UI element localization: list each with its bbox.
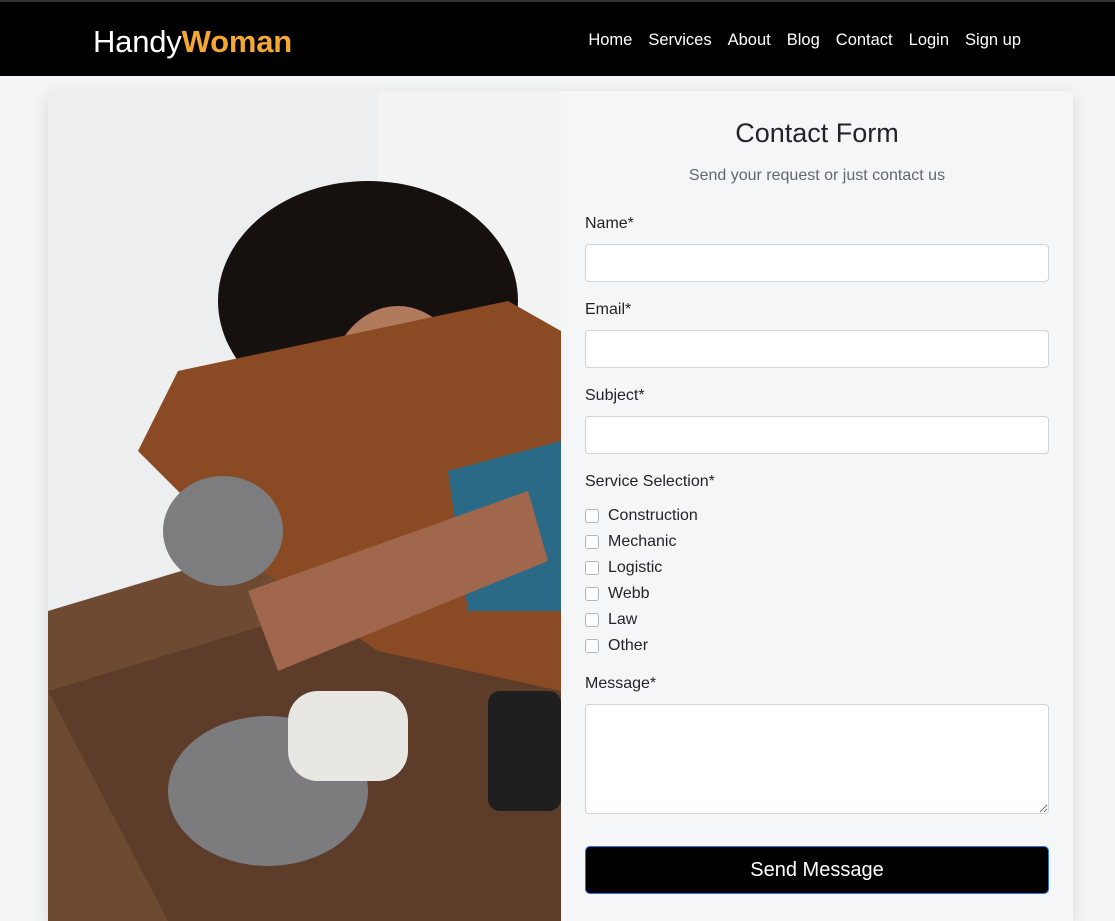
- nav-home[interactable]: Home: [588, 30, 632, 50]
- nav-blog[interactable]: Blog: [787, 30, 820, 50]
- service-option-construction[interactable]: Construction: [585, 503, 698, 529]
- woodworker-photo: [48, 91, 561, 921]
- service-option-other[interactable]: Other: [585, 633, 698, 659]
- service-option-label: Construction: [608, 507, 698, 524]
- name-label: Name*: [585, 215, 634, 232]
- brand-logo[interactable]: HandyWoman: [93, 24, 292, 60]
- subject-label: Subject*: [585, 387, 645, 404]
- email-label: Email*: [585, 301, 632, 318]
- checkbox[interactable]: [585, 509, 599, 523]
- service-option-label: Logistic: [608, 559, 663, 576]
- nav-services[interactable]: Services: [648, 30, 711, 50]
- nav-contact[interactable]: Contact: [836, 30, 893, 50]
- contact-card: Contact Form Send your request or just c…: [48, 91, 1073, 921]
- nav-login[interactable]: Login: [909, 30, 949, 50]
- checkbox[interactable]: [585, 561, 599, 575]
- email-input[interactable]: [585, 330, 1049, 368]
- message-label: Message*: [585, 675, 657, 692]
- checkbox[interactable]: [585, 639, 599, 653]
- checkbox[interactable]: [585, 535, 599, 549]
- service-option-webb[interactable]: Webb: [585, 581, 698, 607]
- service-option-logistic[interactable]: Logistic: [585, 555, 698, 581]
- message-textarea[interactable]: [585, 704, 1049, 814]
- service-option-mechanic[interactable]: Mechanic: [585, 529, 698, 555]
- form-subtitle: Send your request or just contact us: [688, 167, 946, 184]
- service-label: Service Selection*: [585, 473, 715, 490]
- service-checkbox-group: Construction Mechanic Logistic Webb Law …: [585, 503, 698, 659]
- nav-signup[interactable]: Sign up: [965, 30, 1021, 50]
- brand-part1: Handy: [93, 24, 182, 59]
- nav-menu: Home Services About Blog Contact Login S…: [588, 30, 1021, 50]
- name-input[interactable]: [585, 244, 1049, 282]
- service-option-label: Webb: [608, 585, 650, 602]
- brand-part2: Woman: [181, 24, 293, 59]
- service-option-label: Law: [608, 611, 638, 628]
- subject-input[interactable]: [585, 416, 1049, 454]
- service-option-label: Mechanic: [608, 533, 677, 550]
- navbar: HandyWoman Home Services About Blog Cont…: [0, 0, 1115, 76]
- checkbox[interactable]: [585, 613, 599, 627]
- checkbox[interactable]: [585, 587, 599, 601]
- service-option-law[interactable]: Law: [585, 607, 698, 633]
- form-title: Contact Form: [735, 118, 899, 148]
- send-message-button[interactable]: Send Message: [585, 846, 1049, 894]
- service-option-label: Other: [608, 637, 649, 654]
- nav-about[interactable]: About: [728, 30, 771, 50]
